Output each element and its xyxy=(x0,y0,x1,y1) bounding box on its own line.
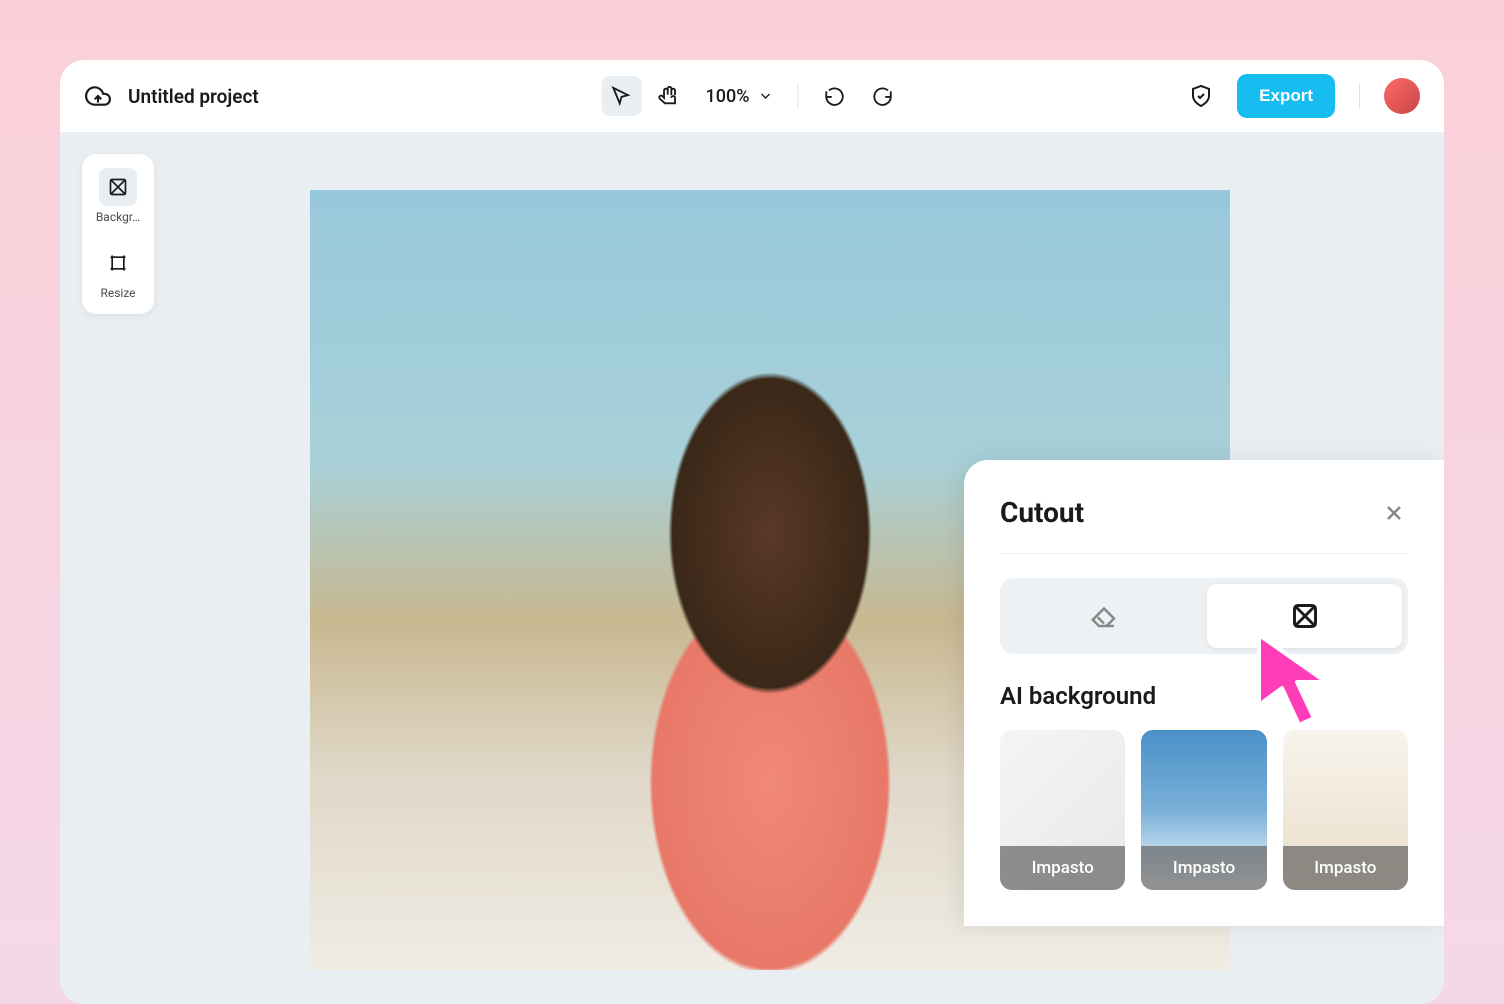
sidebar-item-resize[interactable]: Resize xyxy=(86,240,150,304)
redo-button[interactable] xyxy=(862,76,902,116)
export-button[interactable]: Export xyxy=(1237,74,1335,118)
background-card[interactable]: Impasto xyxy=(1000,730,1125,890)
toolbar-center: 100% xyxy=(602,76,903,116)
cutout-tabs xyxy=(1000,578,1408,654)
chevron-down-icon xyxy=(757,88,773,104)
background-label: Impasto xyxy=(1283,846,1408,890)
tab-eraser[interactable] xyxy=(1006,584,1201,648)
background-card[interactable]: Impasto xyxy=(1141,730,1266,890)
cursor-tool-button[interactable] xyxy=(602,76,642,116)
zoom-dropdown[interactable]: 100% xyxy=(698,86,782,107)
section-title: AI background xyxy=(1000,682,1408,710)
sidebar-item-background[interactable]: Backgr… xyxy=(86,164,150,228)
undo-button[interactable] xyxy=(814,76,854,116)
project-title[interactable]: Untitled project xyxy=(128,85,259,108)
shield-icon[interactable] xyxy=(1181,76,1221,116)
cloud-icon[interactable] xyxy=(84,82,112,110)
left-sidebar: Backgr… Resize xyxy=(82,154,154,314)
background-card[interactable]: Impasto xyxy=(1283,730,1408,890)
toolbar-right: Export xyxy=(1181,74,1420,118)
eraser-icon xyxy=(1089,601,1119,631)
divider xyxy=(797,84,798,108)
app-window: Untitled project 100% Ex xyxy=(60,60,1444,1004)
panel-header: Cutout xyxy=(1000,496,1408,554)
top-bar: Untitled project 100% Ex xyxy=(60,60,1444,132)
background-label: Impasto xyxy=(1000,846,1125,890)
panel-title: Cutout xyxy=(1000,496,1084,529)
background-label: Impasto xyxy=(1141,846,1266,890)
background-grid: Impasto Impasto Impasto xyxy=(1000,730,1408,890)
tab-background[interactable] xyxy=(1207,584,1402,648)
sidebar-item-label: Backgr… xyxy=(96,210,140,224)
cutout-panel: Cutout AI background Impasto Impasto xyxy=(964,460,1444,926)
background-icon xyxy=(99,168,137,206)
pattern-icon xyxy=(1291,602,1319,630)
zoom-level-text: 100% xyxy=(706,86,750,107)
avatar[interactable] xyxy=(1384,78,1420,114)
divider xyxy=(1359,84,1360,108)
sidebar-item-label: Resize xyxy=(100,286,135,300)
hand-tool-button[interactable] xyxy=(650,76,690,116)
close-icon xyxy=(1382,501,1406,525)
resize-icon xyxy=(99,244,137,282)
close-button[interactable] xyxy=(1380,499,1408,527)
